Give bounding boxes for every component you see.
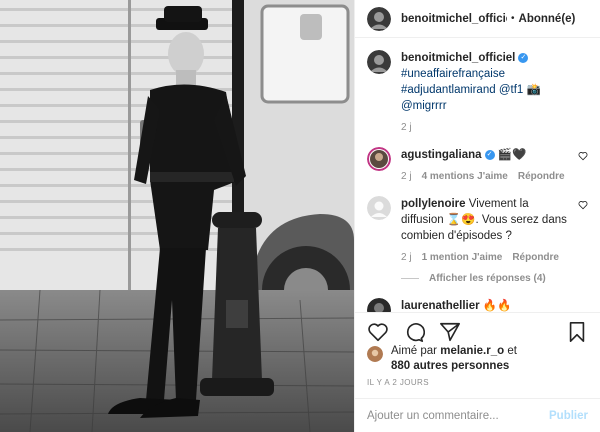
likes-prefix: Aimé par xyxy=(391,345,441,357)
verified-badge-icon: ✓ xyxy=(484,149,495,160)
caption: benoitmichel_officiel ✓ #uneaffairefrança… xyxy=(367,50,588,133)
caption-hashtag[interactable]: #adjudantlamirand xyxy=(401,84,496,96)
like-comment-heart-icon[interactable] xyxy=(578,200,588,210)
likes-middle: et xyxy=(504,345,517,357)
comment-meta: 2 j 1 mention J'aime Répondre xyxy=(401,252,574,263)
author-username[interactable]: benoitmichel_officiel xyxy=(401,13,507,25)
reply-button[interactable]: Répondre xyxy=(518,171,565,182)
comment-text: 🔥🔥 xyxy=(482,300,512,312)
comment-meta: 2 j 4 mentions J'aime Répondre xyxy=(401,171,574,182)
comment-item: agustingaliana ✓ 🎬🖤 2 j 4 mentions J'aime… xyxy=(367,147,588,182)
post-panel: benoitmichel_officiel • Abonné(e) benoit… xyxy=(354,0,600,432)
follow-status-button[interactable]: Abonné(e) xyxy=(519,13,576,25)
reply-button[interactable]: Répondre xyxy=(512,252,559,263)
post-timestamp[interactable]: IL Y A 2 JOURS xyxy=(367,378,429,387)
bookmark-icon[interactable] xyxy=(566,321,588,343)
commenter-avatar[interactable] xyxy=(367,147,391,171)
post-photo-image xyxy=(0,0,354,432)
separator-dot: • xyxy=(511,13,515,24)
comment-username[interactable]: pollylenoire xyxy=(401,198,466,210)
like-comment-heart-icon[interactable] xyxy=(578,151,588,161)
commenter-avatar[interactable] xyxy=(367,298,391,312)
liker-username[interactable]: melanie.r_o xyxy=(440,345,504,357)
share-paper-plane-icon[interactable] xyxy=(439,321,461,343)
view-replies-label: Afficher les réponses (4) xyxy=(429,273,546,284)
caption-avatar[interactable] xyxy=(367,50,391,74)
comment-item: pollylenoire Vivement la diffusion ⌛😍. V… xyxy=(367,196,588,263)
view-replies-button[interactable]: Afficher les réponses (4) xyxy=(401,273,588,284)
caption-mention[interactable]: @migrrrr xyxy=(401,100,447,112)
comment-item: laurenathellier 🔥🔥 xyxy=(367,298,588,312)
likes-others-count[interactable]: 880 autres personnes xyxy=(391,360,509,372)
comment-input[interactable] xyxy=(367,409,550,422)
caption-age: 2 j xyxy=(401,122,412,133)
comment-age: 2 j xyxy=(401,252,412,263)
caption-hashtag[interactable]: #uneaffairefrançaise xyxy=(401,66,574,82)
comments-list[interactable]: benoitmichel_officiel ✓ #uneaffairefrança… xyxy=(355,50,600,312)
comment-bubble-icon[interactable] xyxy=(403,321,425,343)
publish-button[interactable]: Publier xyxy=(549,410,588,422)
comment-likes-count[interactable]: 1 mention J'aime xyxy=(422,252,503,263)
caption-meta: 2 j xyxy=(401,122,574,133)
add-comment-bar: Publier xyxy=(355,398,600,432)
commenter-avatar[interactable] xyxy=(367,196,391,220)
camera-emoji: 📸 xyxy=(526,84,541,96)
likes-summary: Aimé par melanie.r_o et 880 autres perso… xyxy=(367,344,588,374)
comment-username[interactable]: laurenathellier xyxy=(401,300,480,312)
comment-likes-count[interactable]: 4 mentions J'aime xyxy=(422,171,508,182)
like-heart-icon[interactable] xyxy=(367,321,389,343)
author-avatar[interactable] xyxy=(367,6,391,31)
replies-divider xyxy=(401,278,419,279)
post-photo[interactable] xyxy=(0,0,354,432)
caption-mention[interactable]: @tf1 xyxy=(499,84,523,96)
comment-age: 2 j xyxy=(401,171,412,182)
comment-text: 🎬🖤 xyxy=(497,149,527,161)
liker-avatar[interactable] xyxy=(367,346,383,362)
verified-badge-icon: ✓ xyxy=(518,52,529,63)
caption-username[interactable]: benoitmichel_officiel xyxy=(401,52,515,64)
comment-username[interactable]: agustingaliana xyxy=(401,149,482,161)
post-header: benoitmichel_officiel • Abonné(e) xyxy=(355,0,600,38)
